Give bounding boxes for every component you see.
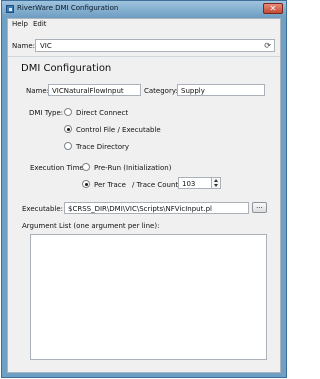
trace-count-label: / Trace Count:: [132, 181, 181, 189]
executable-value: $CRSS_DIR\DMI\VIC\Scripts\NFVicInput.pl: [68, 205, 212, 213]
execution-time-label: Execution Time:: [30, 164, 87, 172]
refresh-icon[interactable]: ⟳: [264, 41, 271, 50]
radio-control-file-label[interactable]: Control File / Executable: [76, 126, 161, 134]
radio-pre-run-label[interactable]: Pre-Run (Initialization): [94, 164, 171, 172]
category-value: Supply: [181, 87, 205, 95]
category-label: Category:: [144, 87, 178, 95]
argument-list-textarea[interactable]: [30, 234, 267, 360]
executable-field[interactable]: $CRSS_DIR\DMI\VIC\Scripts\NFVicInput.pl: [64, 202, 249, 214]
radio-per-trace[interactable]: [82, 180, 90, 188]
dmi-type-label: DMI Type:: [29, 109, 64, 117]
browse-button[interactable]: ...: [252, 202, 267, 213]
menu-help[interactable]: Help: [12, 20, 28, 28]
trace-count-input[interactable]: 103: [178, 177, 212, 189]
section-title: DMI Configuration: [21, 63, 112, 74]
divider: [8, 56, 280, 57]
dmi-name-label: Name:: [26, 87, 50, 95]
dmi-name-value: VICNaturalFlowInput: [52, 87, 124, 95]
trace-count-spinner[interactable]: [211, 177, 221, 189]
close-button[interactable]: ✕: [263, 3, 283, 14]
dmi-name-field[interactable]: VICNaturalFlowInput: [48, 84, 141, 96]
menu-bar: Help Edit: [8, 19, 280, 30]
config-name-label: Name:: [12, 42, 36, 50]
spin-down-icon[interactable]: [214, 184, 218, 187]
close-icon: ✕: [269, 4, 277, 13]
radio-per-trace-label[interactable]: Per Trace: [94, 181, 126, 189]
category-field[interactable]: Supply: [177, 84, 265, 96]
window-title: RiverWare DMI Configuration: [17, 4, 119, 12]
config-name-value: VIC: [40, 42, 52, 50]
executable-label: Executable:: [22, 205, 64, 213]
trace-count-value: 103: [182, 180, 196, 188]
radio-direct-connect-label[interactable]: Direct Connect: [76, 109, 128, 117]
radio-control-file[interactable]: [64, 125, 72, 133]
radio-trace-directory[interactable]: [64, 142, 72, 150]
argument-list-label: Argument List (one argument per line):: [22, 222, 160, 230]
radio-direct-connect[interactable]: [64, 108, 72, 116]
dmi-config-window: RiverWare DMI Configuration ✕ Help Edit …: [1, 0, 287, 378]
radio-trace-directory-label[interactable]: Trace Directory: [76, 143, 129, 151]
app-icon: [6, 5, 14, 13]
menu-edit[interactable]: Edit: [33, 20, 47, 28]
title-bar[interactable]: RiverWare DMI Configuration ✕: [2, 1, 286, 17]
radio-pre-run[interactable]: [82, 163, 90, 171]
config-name-field[interactable]: VIC ⟳: [35, 39, 275, 52]
spin-up-icon[interactable]: [214, 179, 218, 182]
dialog-body: Help Edit Name: VIC ⟳ DMI Configuration …: [7, 18, 281, 373]
